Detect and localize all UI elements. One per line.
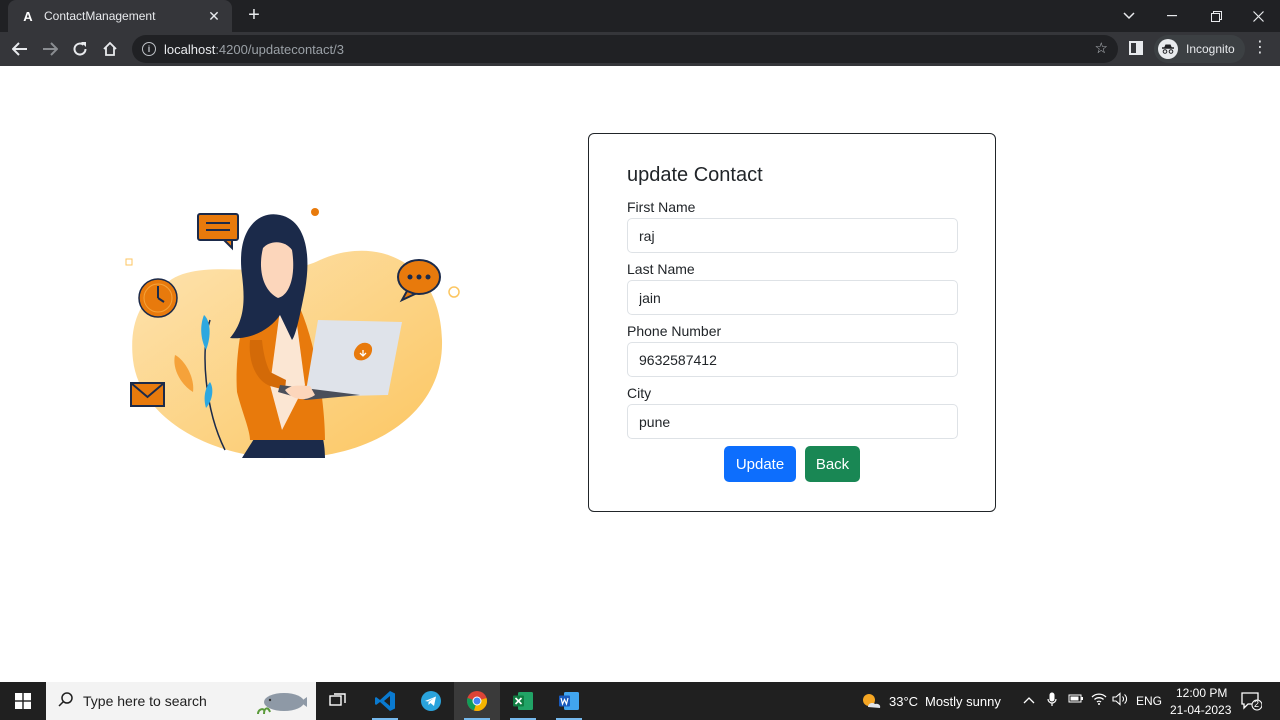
show-hidden-icons-chevron-icon[interactable] <box>1023 692 1035 707</box>
forward-arrow-icon[interactable] <box>38 37 62 61</box>
weather-sun-cloud-icon[interactable] <box>860 691 882 714</box>
square-decoration-shape <box>125 258 133 266</box>
vscode-icon[interactable] <box>362 682 408 720</box>
back-button[interactable]: Back <box>805 446 860 482</box>
dot-decoration-shape <box>311 208 319 216</box>
url-host: localhost <box>164 41 216 57</box>
microphone-icon[interactable] <box>1047 692 1057 710</box>
telegram-icon[interactable] <box>408 682 454 720</box>
city-input[interactable] <box>627 404 958 439</box>
windows-taskbar: Type here to search 33°C Mostly sunny EN… <box>0 682 1280 720</box>
task-view-icon[interactable] <box>315 682 361 720</box>
restore-button[interactable] <box>1196 0 1236 32</box>
last-name-input[interactable] <box>627 280 958 315</box>
clock-time[interactable]: 12:00 PM <box>1176 686 1227 700</box>
wifi-icon[interactable] <box>1091 692 1107 708</box>
minimize-button[interactable] <box>1152 0 1192 32</box>
volume-icon[interactable] <box>1112 692 1128 709</box>
first-name-label: First Name <box>627 199 696 215</box>
taskbar-search-box[interactable]: Type here to search <box>46 682 316 720</box>
typing-bubble-icon <box>397 259 441 303</box>
phone-number-input[interactable] <box>627 342 958 377</box>
phone-number-label: Phone Number <box>627 323 722 339</box>
city-label: City <box>627 385 652 401</box>
browser-tab-bar: A ContactManagement ✕ + <box>0 0 1280 32</box>
manatee-search-highlight-icon <box>257 693 307 715</box>
clock-icon <box>138 278 178 318</box>
last-name-label: Last Name <box>627 261 695 277</box>
form-title: update Contact <box>627 164 763 186</box>
back-arrow-icon[interactable] <box>8 37 32 61</box>
battery-icon[interactable] <box>1068 692 1084 707</box>
envelope-icon <box>130 382 165 407</box>
clock-date[interactable]: 21-04-2023 <box>1170 703 1231 717</box>
language-indicator[interactable]: ENG <box>1136 694 1162 708</box>
search-placeholder: Type here to search <box>83 693 207 709</box>
address-bar[interactable]: i localhost :4200/updatecontact/3 ☆ <box>132 35 1118 63</box>
windows-logo-icon <box>15 693 31 709</box>
bookmark-star-icon[interactable]: ☆ <box>1095 39 1108 57</box>
search-icon <box>58 692 73 710</box>
reload-icon[interactable] <box>68 37 92 61</box>
home-icon[interactable] <box>98 37 122 61</box>
tab-close-icon[interactable]: ✕ <box>206 8 222 25</box>
angular-favicon-icon: A <box>23 8 33 24</box>
update-contact-card: update Contact First Name Last Name Phon… <box>588 133 996 512</box>
close-window-button[interactable] <box>1238 0 1278 32</box>
url-path: :4200/updatecontact/3 <box>215 41 344 57</box>
incognito-label: Incognito <box>1186 42 1235 56</box>
ring-decoration-shape <box>448 286 460 298</box>
incognito-indicator[interactable]: Incognito <box>1154 35 1245 63</box>
new-tab-button[interactable]: + <box>243 5 265 27</box>
contact-illustration <box>125 208 460 459</box>
incognito-icon <box>1158 39 1178 59</box>
browser-menu-icon[interactable]: ⋮ <box>1252 37 1268 57</box>
first-name-input[interactable] <box>627 218 958 253</box>
excel-icon[interactable] <box>500 682 546 720</box>
weather-temperature[interactable]: 33°C <box>889 694 918 709</box>
browser-tab[interactable]: A ContactManagement ✕ <box>8 0 232 32</box>
site-info-icon[interactable]: i <box>142 42 156 56</box>
message-bubble-icon <box>197 213 239 251</box>
browser-toolbar: i localhost :4200/updatecontact/3 ☆ Inco… <box>0 32 1280 66</box>
tab-search-chevron-icon[interactable] <box>1109 0 1149 32</box>
word-icon[interactable] <box>546 682 592 720</box>
tab-title: ContactManagement <box>44 9 156 23</box>
notification-count-badge: 2 <box>1254 699 1260 709</box>
windows-start-button[interactable] <box>0 682 46 720</box>
weather-condition[interactable]: Mostly sunny <box>925 694 1001 709</box>
update-button[interactable]: Update <box>724 446 796 482</box>
chrome-icon[interactable] <box>454 682 500 720</box>
side-panel-icon[interactable] <box>1129 41 1143 55</box>
